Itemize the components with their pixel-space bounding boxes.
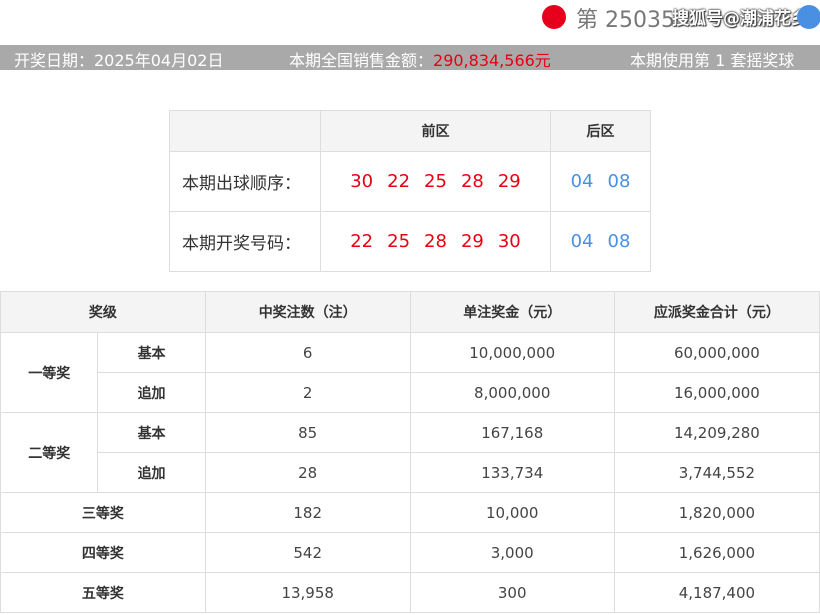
single-prize: 133,734 [409,452,615,493]
prize-level-name: 二等奖 [0,412,99,493]
winner-count: 2 [204,372,411,413]
winner-count: 85 [204,412,411,453]
prize-level-name: 五等奖 [0,572,206,613]
total-prize: 1,820,000 [613,492,820,533]
single-prize: 8,000,000 [409,372,615,413]
prize-table: 奖级 中奖注数（注） 单注奖金（元） 应派奖金合计（元） 一等奖 基本 6 10… [0,291,820,613]
sales-label: 本期全国销售金额： [289,51,434,70]
table-row: 四等奖 542 3,000 1,626,000 [0,532,820,573]
watermark-text: 搜狐号@潮浦花乡 [672,9,808,29]
front-ball: 28 [460,171,484,192]
single-prize: 167,168 [409,412,615,453]
front-ball: 30 [350,171,374,192]
front-ball: 29 [460,231,484,252]
draw-date: 开奖日期：2025年04月02日 [14,51,224,70]
single-prize: 3,000 [409,532,615,573]
sales-info: 本期全国销售金额：290,834,566元 [289,47,551,71]
table-row: 追加 2 8,000,000 16,000,000 [1,372,820,413]
winning-numbers-label: 本期开奖号码： [169,211,321,272]
ball-results-table: 前区 后区 本期出球顺序： 30 22 25 28 29 04 08 本期开奖号码： 22… [169,110,651,272]
table-row: 二等奖 基本 85 167,168 14,209,280 [0,412,820,493]
total-prize: 3,744,552 [613,452,820,493]
prize-table-header: 奖级 中奖注数（注） 单注奖金（元） 应派奖金合计（元） [0,291,820,333]
table-row: 追加 28 133,734 3,744,552 [1,452,820,493]
back-ball: 04 [570,171,594,192]
winner-count: 6 [204,332,411,373]
col-prize-level: 奖级 [0,291,206,333]
front-ball: 25 [424,171,447,192]
front-ball: 29 [497,171,521,192]
front-zone-header: 前区 [320,110,551,152]
col-total-prize: 应派奖金合计（元） [613,291,820,333]
sales-amount: 290,834,566元 [433,51,551,70]
single-prize: 300 [409,572,615,613]
back-ball: 08 [607,171,631,192]
issue-number: 第 25035 [576,8,675,33]
front-ball: 22 [387,171,411,192]
draw-order-row: 本期出球顺序： 30 22 25 28 29 04 08 [169,151,651,212]
col-winner-count: 中奖注数（注） [204,291,411,333]
winner-count: 542 [204,532,411,573]
table-row: 五等奖 13,958 300 4,187,400 [0,572,820,613]
prize-sublevel: 基本 [97,332,206,373]
draw-info-bar: 开奖日期：2025年04月02日 本期全国销售金额：290,834,566元 本… [0,45,820,70]
prize-sublevel: 追加 [97,452,206,493]
top-header: 第 25035 搜狐号@潮浦花乡 [0,0,820,40]
back-zone-header: 后区 [550,110,651,152]
draw-order-label: 本期出球顺序： [169,151,321,212]
front-ball: 25 [387,231,411,252]
prize-sublevel: 追加 [97,372,206,413]
table-row: 一等奖 基本 6 10,000,000 60,000,000 [0,332,820,413]
winning-back: 04 08 [550,211,651,272]
prize-level-name: 四等奖 [0,532,206,573]
winner-count: 28 [204,452,411,493]
single-prize: 10,000 [409,492,615,533]
total-prize: 4,187,400 [613,572,820,613]
winner-count: 182 [204,492,411,533]
front-ball: 30 [497,231,521,252]
table-row: 三等奖 182 10,000 1,820,000 [0,492,820,533]
winning-numbers-row: 本期开奖号码： 22 25 28 29 30 04 08 [169,211,651,272]
corner-cell [169,110,321,152]
total-prize: 60,000,000 [613,332,820,373]
front-ball: 22 [350,231,374,252]
total-prize: 14,209,280 [613,412,820,453]
single-prize: 10,000,000 [409,332,615,373]
draw-order-back: 04 08 [550,151,651,212]
prize-level-name: 一等奖 [0,332,99,413]
winning-front: 22 25 28 29 30 [320,211,551,272]
front-ball: 28 [424,231,447,252]
blue-ball-icon [797,5,820,29]
back-ball: 04 [570,231,594,252]
col-single-prize: 单注奖金（元） [409,291,615,333]
total-prize: 1,626,000 [613,532,820,573]
prize-level-name: 三等奖 [0,492,206,533]
back-ball: 08 [607,231,631,252]
total-prize: 16,000,000 [613,372,820,413]
winner-count: 13,958 [204,572,411,613]
ball-set-info: 本期使用第 1 套摇奖球 [630,51,795,70]
draw-order-front: 30 22 25 28 29 [320,151,551,212]
red-ball-icon [542,5,566,29]
prize-sublevel: 基本 [97,412,206,453]
